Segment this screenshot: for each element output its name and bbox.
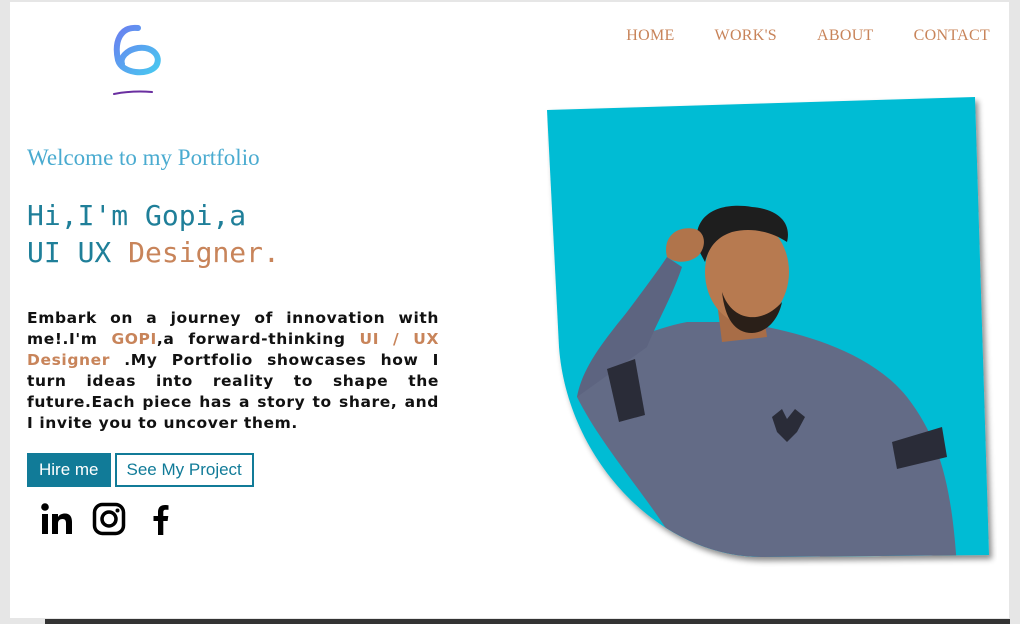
welcome-text: Welcome to my Portfolio	[27, 145, 260, 170]
linkedin-icon[interactable]	[40, 502, 74, 536]
social-links	[40, 502, 178, 536]
nav-works[interactable]: WORK'S	[715, 27, 777, 45]
headline-role-accent: Designer.	[128, 236, 280, 269]
main-nav: HOME WORK'S ABOUT CONTACT	[586, 27, 990, 45]
bottom-scroll-strip	[45, 619, 1010, 624]
see-project-button[interactable]: See My Project	[114, 453, 254, 487]
facebook-icon[interactable]	[144, 502, 178, 536]
nav-contact[interactable]: CONTACT	[914, 27, 990, 45]
nav-about[interactable]: ABOUT	[817, 27, 874, 45]
cta-buttons: Hire me See My Project	[27, 453, 254, 487]
headline-line-2: UI UX Designer.	[27, 234, 280, 271]
bio-name: GOPI	[111, 330, 157, 348]
logo-icon[interactable]	[100, 22, 170, 102]
portfolio-page: HOME WORK'S ABOUT CONTACT Welcome to my …	[10, 2, 1009, 618]
bio-text-2: ,a forward-thinking	[156, 330, 360, 348]
headline-role-prefix: UI UX	[27, 236, 129, 269]
instagram-icon[interactable]	[92, 502, 126, 536]
profile-photo	[547, 97, 989, 557]
bio-paragraph: Embark on a journey of innovation with m…	[27, 308, 439, 434]
headline-line-1: Hi,I'm Gopi,a	[27, 199, 247, 232]
headline: Hi,I'm Gopi,a UI UX Designer.	[27, 197, 280, 271]
hire-me-button[interactable]: Hire me	[27, 453, 111, 487]
nav-home[interactable]: HOME	[626, 27, 674, 45]
